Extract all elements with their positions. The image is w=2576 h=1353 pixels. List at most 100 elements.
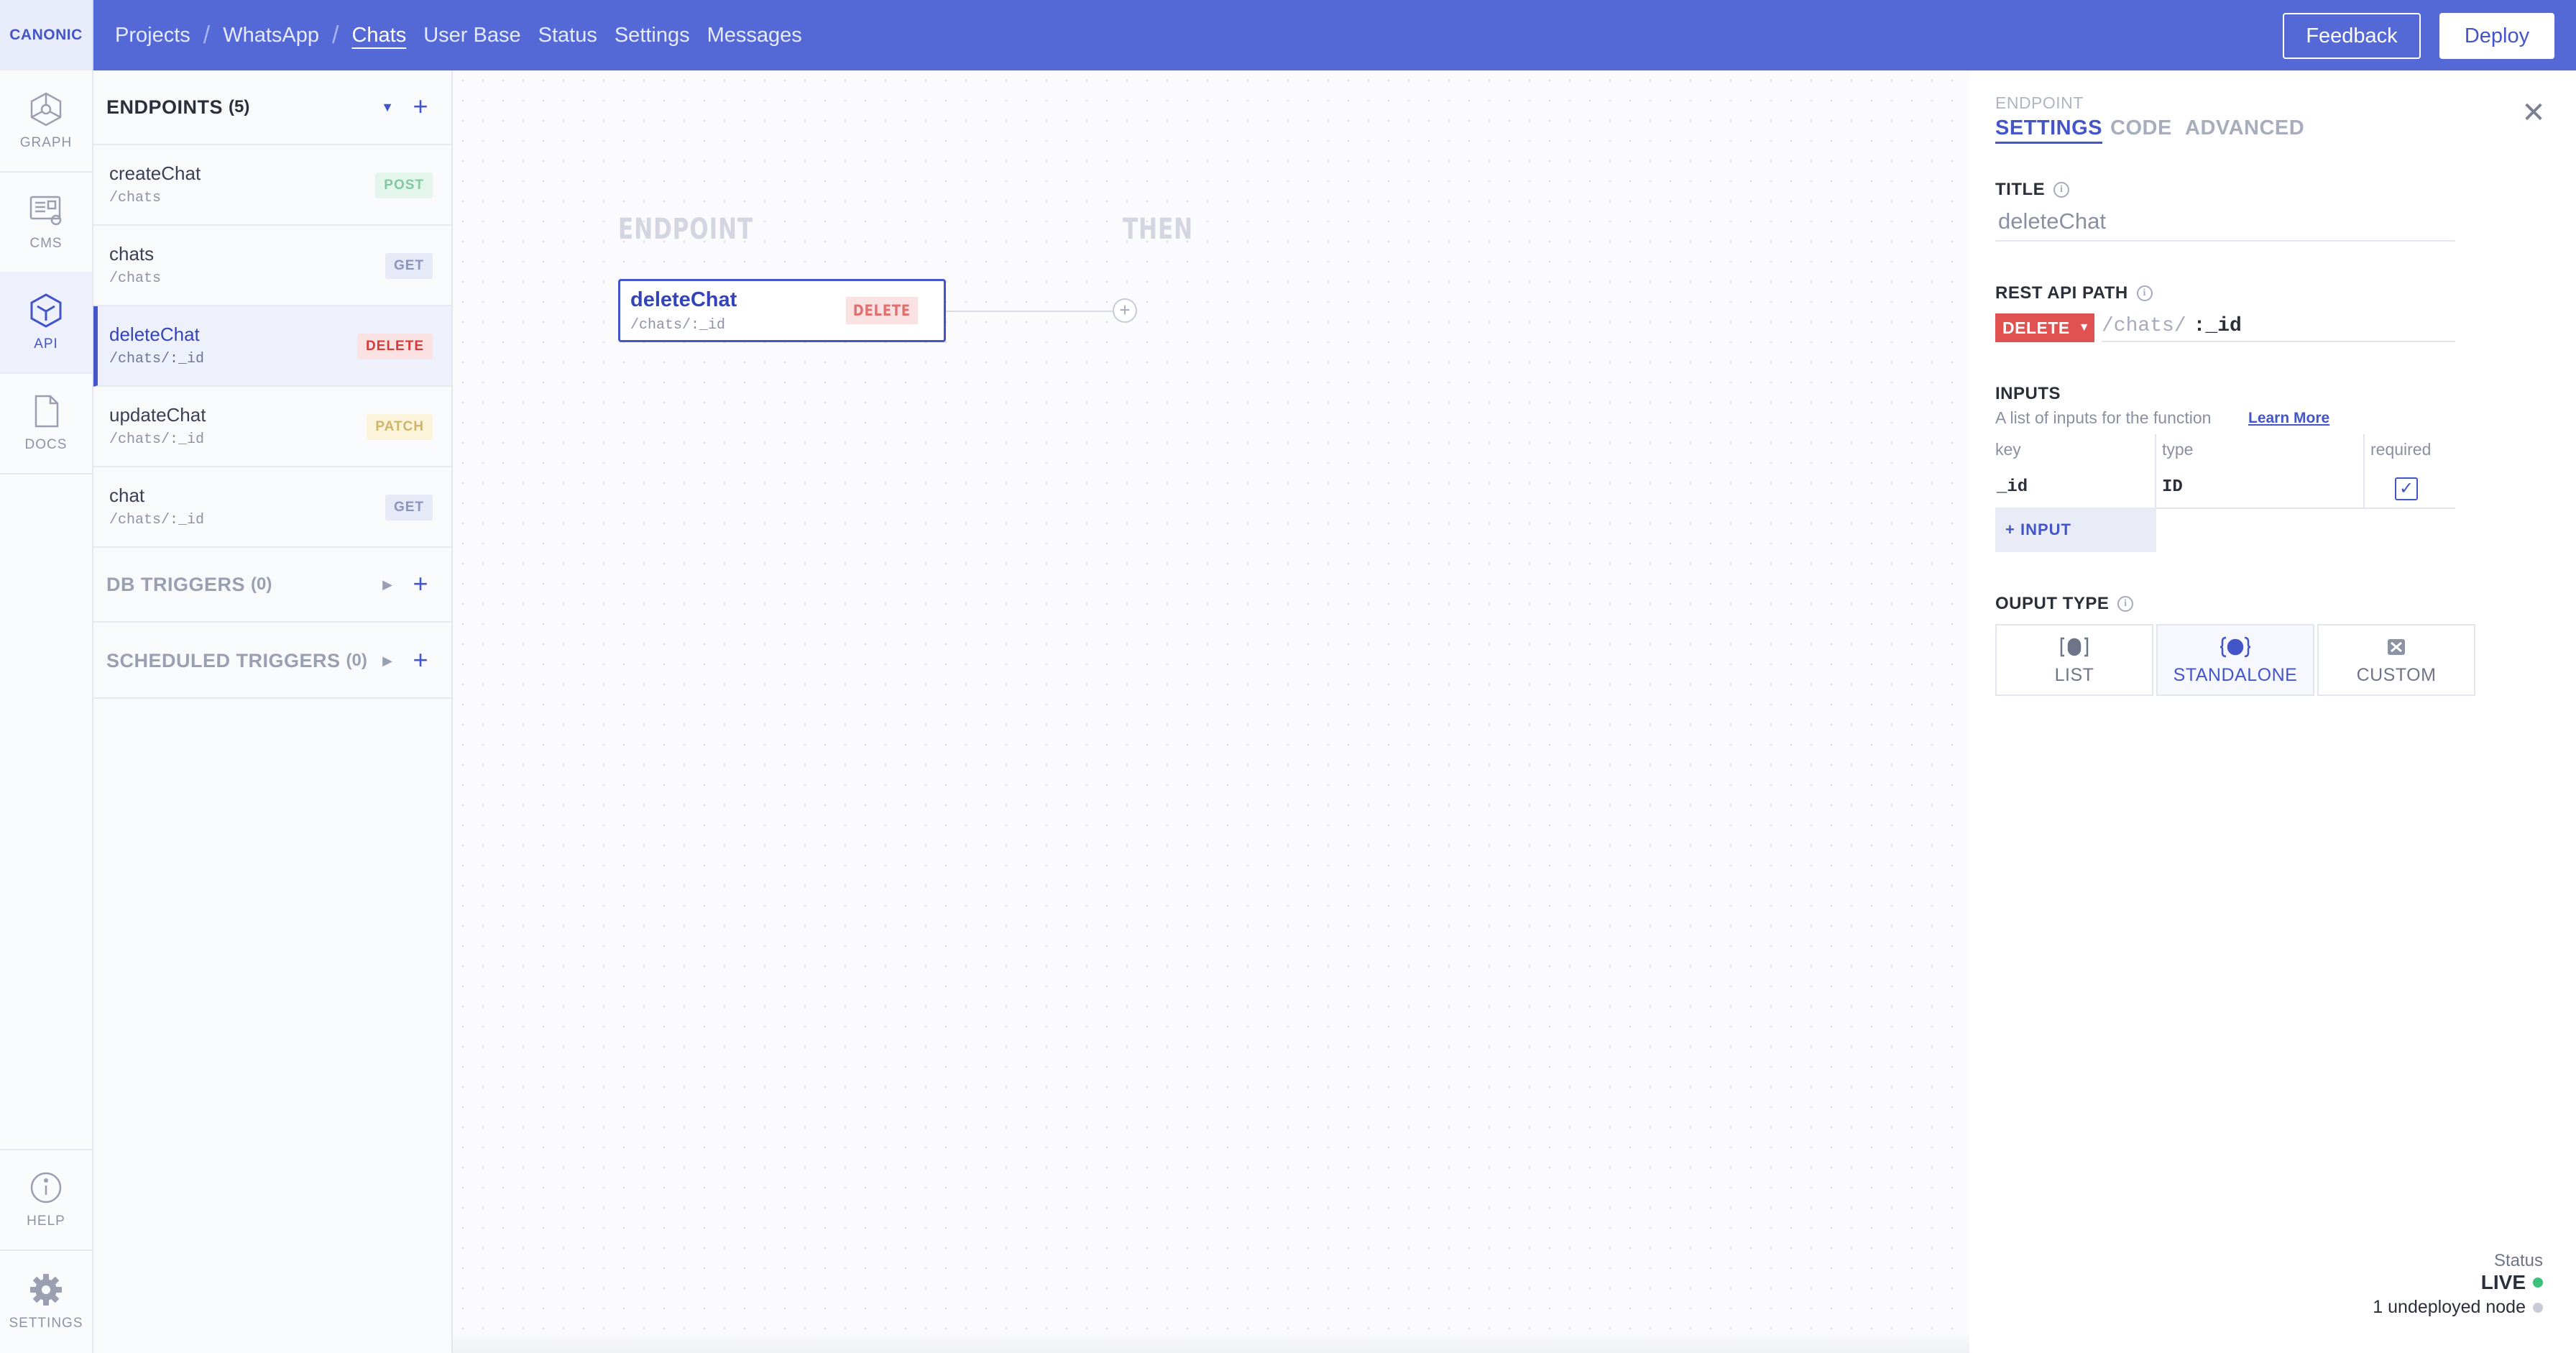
tab-advanced[interactable]: ADVANCED [2185, 116, 2304, 140]
feedback-button[interactable]: Feedback [2283, 13, 2421, 59]
section-title: ENDPOINTS [106, 96, 224, 118]
breadcrumb: Projects / WhatsApp / Chats User Base St… [115, 0, 811, 70]
nav-settings[interactable]: Settings [606, 24, 699, 47]
learn-more-link[interactable]: Learn More [2248, 410, 2329, 427]
chevron-right-icon[interactable]: ▶ [380, 577, 395, 592]
endpoint-path: /chats/:_id [109, 512, 205, 528]
method-select-value: DELETE [2002, 318, 2070, 337]
graph-icon [30, 92, 62, 127]
left-rail: GRAPH CMS API DOCS HELP SETTINGS [0, 70, 93, 1353]
endpoint-name: updateChat [109, 404, 206, 426]
info-icon[interactable]: i [2117, 596, 2134, 612]
nav-chats[interactable]: Chats [343, 24, 415, 47]
add-endpoint-button[interactable]: + [410, 93, 431, 119]
rail-divider [0, 473, 92, 474]
list-item[interactable]: updateChat /chats/:_id PATCH [93, 387, 451, 467]
endpoint-node[interactable]: deleteChat /chats/:_id DELETE [618, 279, 946, 342]
output-type-custom[interactable]: CUSTOM [2317, 624, 2475, 696]
info-icon [30, 1172, 62, 1203]
nav-user-base[interactable]: User Base [415, 24, 529, 47]
rail-docs[interactable]: DOCS [0, 372, 92, 473]
inputs-label-text: INPUTS [1995, 384, 2061, 403]
section-count: (0) [346, 651, 367, 670]
table-divider [2363, 434, 2365, 508]
breadcrumb-projects[interactable]: Projects [115, 24, 199, 47]
status-undeployed-text: 1 undeployed node [2373, 1297, 2526, 1317]
panel-overline: ENDPOINT [1995, 93, 2084, 112]
db-triggers-header[interactable]: DB TRIGGERS (0) ▶ + [93, 548, 451, 623]
info-icon[interactable]: i [2053, 182, 2070, 198]
add-node-button[interactable]: + [1113, 298, 1137, 323]
section-title: DB TRIGGERS [106, 573, 246, 595]
method-select[interactable]: DELETE ▼ [1995, 313, 2094, 342]
input-type-cell[interactable]: ID [2162, 477, 2183, 497]
endpoints-panel: ENDPOINTS (5) ▼ + createChat /chats POST… [93, 70, 453, 1353]
list-item[interactable]: chat /chats/:_id GET [93, 467, 451, 548]
graph-canvas[interactable]: ENDPOINT THEN deleteChat /chats/:_id DEL… [453, 70, 1969, 1353]
section-count: (0) [251, 574, 272, 594]
endpoint-name: deleteChat [109, 324, 200, 345]
rail-api[interactable]: API [0, 272, 92, 372]
list-item[interactable]: createChat /chats POST [93, 145, 451, 226]
top-bar: CANONIC Projects / WhatsApp / Chats User… [0, 0, 2576, 70]
breadcrumb-separator: / [332, 21, 339, 49]
method-badge: GET [385, 253, 433, 279]
input-key-cell[interactable]: _id [1997, 477, 2028, 497]
rail-help[interactable]: HELP [0, 1149, 92, 1249]
endpoint-path: /chats/:_id [109, 351, 205, 367]
docs-icon [34, 395, 59, 428]
nav-messages[interactable]: Messages [699, 24, 811, 47]
column-label-then: THEN [1123, 213, 1193, 246]
rail-label: HELP [27, 1214, 65, 1229]
brand-logo[interactable]: CANONIC [0, 0, 93, 70]
inputs-description: A list of inputs for the function [1995, 408, 2212, 427]
rail-graph[interactable]: GRAPH [0, 70, 92, 171]
add-db-trigger-button[interactable]: + [410, 571, 431, 597]
path-input[interactable]: /chats/ :_id [2102, 311, 2455, 342]
table-divider [2155, 434, 2156, 508]
endpoint-path: /chats/:_id [109, 431, 205, 448]
list-item-selected[interactable]: deleteChat /chats/:_id DELETE [93, 306, 451, 387]
breadcrumb-separator: / [203, 21, 211, 49]
column-label-endpoint: ENDPOINT [618, 213, 753, 246]
chevron-right-icon[interactable]: ▶ [380, 653, 395, 669]
breadcrumb-project[interactable]: WhatsApp [214, 24, 328, 47]
rail-cms[interactable]: CMS [0, 171, 92, 272]
node-title: deleteChat [630, 288, 737, 311]
table-header-required: required [2370, 440, 2432, 459]
path-prefix: /chats/ [2102, 314, 2186, 337]
output-type-label: STANDALONE [2173, 664, 2298, 685]
add-input-button[interactable]: + INPUT [1995, 508, 2156, 552]
output-type-list[interactable]: LIST [1995, 624, 2153, 696]
output-type-standalone[interactable]: STANDALONE [2156, 624, 2314, 696]
add-scheduled-trigger-button[interactable]: + [410, 647, 431, 673]
status-caption: Status [2493, 1251, 2543, 1270]
tab-code[interactable]: CODE [2110, 116, 2172, 140]
endpoint-name: createChat [109, 162, 201, 184]
tab-settings[interactable]: SETTINGS [1995, 116, 2103, 144]
close-icon[interactable]: ✕ [2521, 98, 2546, 127]
chevron-down-icon[interactable]: ▼ [380, 99, 395, 115]
rest-path-label-text: REST API PATH [1995, 283, 2128, 303]
rail-label: CMS [29, 236, 63, 251]
status-undeployed: 1 undeployed node [2373, 1297, 2543, 1318]
nav-status[interactable]: Status [530, 24, 606, 47]
scheduled-triggers-header[interactable]: SCHEDULED TRIGGERS (0) ▶ + [93, 624, 451, 699]
list-item[interactable]: chats /chats GET [93, 226, 451, 306]
canvas-scrollbar-shadow [453, 1331, 1969, 1353]
info-icon[interactable]: i [2136, 285, 2153, 301]
rest-path-label: REST API PATH i [1995, 283, 2153, 303]
endpoints-header[interactable]: ENDPOINTS (5) ▼ + [93, 70, 451, 145]
title-input[interactable]: deleteChat [1995, 208, 2455, 242]
rail-label: SETTINGS [9, 1316, 83, 1331]
rail-settings[interactable]: SETTINGS [0, 1251, 92, 1352]
section-count: (5) [229, 97, 250, 116]
method-badge: PATCH [367, 414, 433, 440]
output-type-label: OUPUT TYPE i [1995, 594, 2134, 614]
path-param: :_id [2193, 314, 2242, 337]
list-icon [2060, 637, 2089, 656]
method-badge: DELETE [357, 334, 433, 359]
standalone-icon [2220, 636, 2251, 657]
deploy-button[interactable]: Deploy [2439, 13, 2554, 59]
required-checkbox[interactable]: ✓ [2395, 477, 2418, 500]
